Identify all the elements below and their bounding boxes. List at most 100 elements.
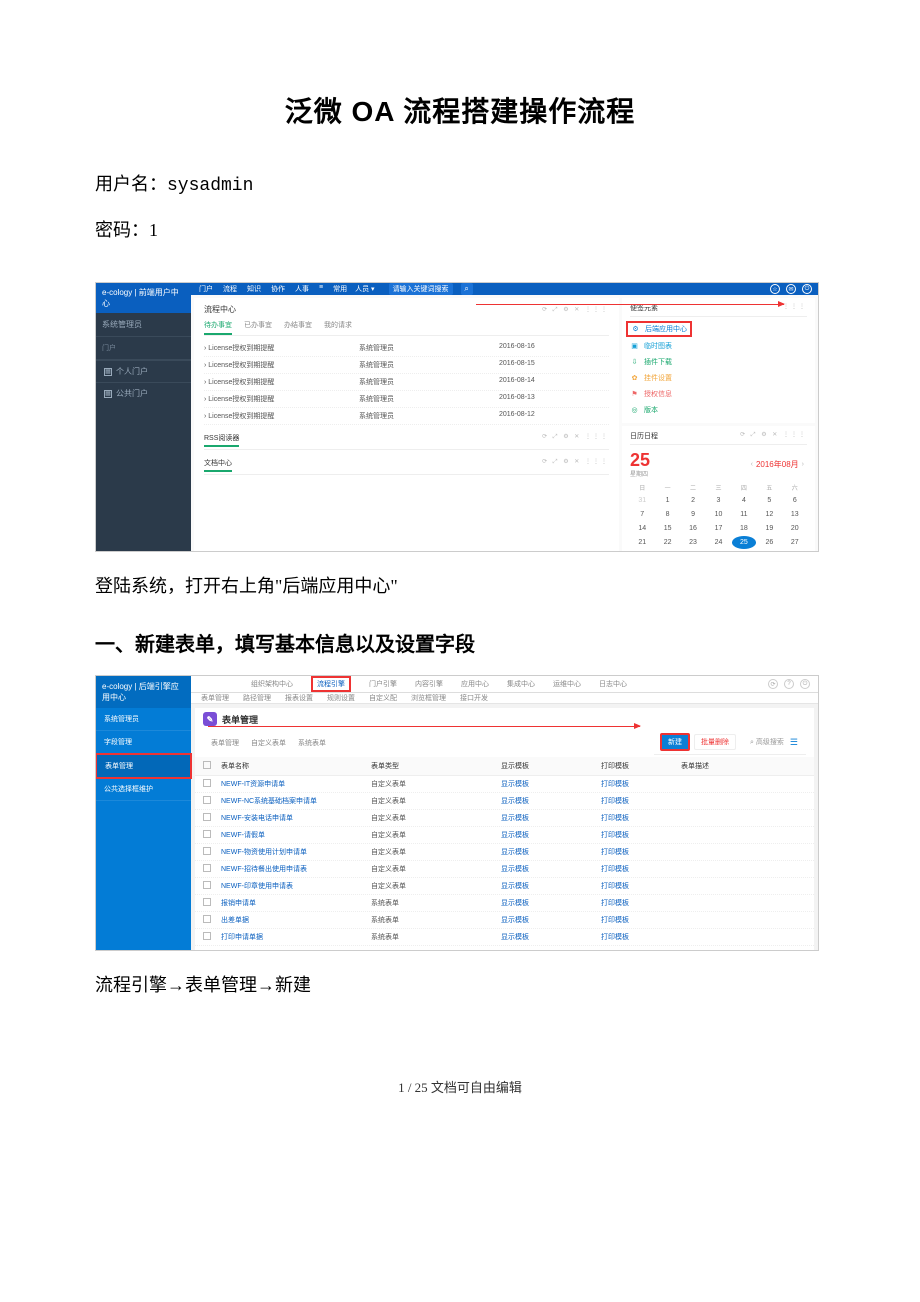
cal-cell[interactable]: 23 — [681, 536, 705, 549]
cal-cell[interactable]: 31 — [630, 494, 654, 507]
sidebar-item[interactable]: 公共选择框维护 — [96, 778, 191, 801]
cal-cell[interactable]: 11 — [732, 508, 756, 521]
nav-more-icon[interactable]: ≡ — [319, 284, 323, 294]
cal-cell[interactable]: 13 — [783, 508, 807, 521]
flow-row[interactable]: › License授权到期提醒系统管理员2016-08-15 — [204, 357, 609, 374]
nav-hr[interactable]: 人事 — [295, 284, 309, 294]
nav-portal[interactable]: 门户 — [199, 284, 213, 294]
cal-cell[interactable]: 3 — [706, 494, 730, 507]
checkbox[interactable] — [203, 864, 211, 872]
search-input[interactable]: 请输入关键词搜索 — [389, 283, 453, 295]
cal-cell[interactable]: 12 — [757, 508, 781, 521]
star-icon[interactable]: ☆ — [770, 284, 780, 294]
checkbox[interactable] — [203, 830, 211, 838]
tab-mine[interactable]: 我的请求 — [324, 320, 352, 335]
cal-cell[interactable]: 28 — [630, 550, 654, 552]
toptab-app[interactable]: 应用中心 — [461, 679, 489, 689]
panel-tools-icon[interactable]: ⟳ ⤢ ⚙ ✕ ⋮⋮⋮ — [542, 458, 609, 472]
cal-cell[interactable]: 24 — [706, 536, 730, 549]
toptab-portal[interactable]: 门户引擎 — [369, 679, 397, 689]
tab-finished[interactable]: 办结事宜 — [284, 320, 312, 335]
cal-cell[interactable]: 27 — [783, 536, 807, 549]
nav-common[interactable]: 常用 — [333, 284, 347, 294]
checkbox[interactable] — [203, 761, 211, 769]
cal-cell[interactable]: 26 — [757, 536, 781, 549]
shortcut-item[interactable]: ⇩插件下载 — [630, 354, 807, 370]
flow-row[interactable]: › License授权到期提醒系统管理员2016-08-12 — [204, 408, 609, 425]
checkbox[interactable] — [203, 881, 211, 889]
panel-tools-icon[interactable]: ⋮⋮⋮ — [783, 303, 807, 313]
toptab-ops[interactable]: 运维中心 — [553, 679, 581, 689]
sidebar-item[interactable]: 字段管理 — [96, 731, 191, 754]
cal-next-icon[interactable]: › — [799, 461, 807, 468]
sidebar-item-public[interactable]: ▦公共门户 — [96, 382, 191, 404]
th-type[interactable]: 表单类型 — [371, 761, 501, 771]
table-row[interactable]: NEWF-印章使用申请表自定义表单显示模板打印模板 — [195, 878, 814, 895]
cal-cell[interactable]: 6 — [783, 494, 807, 507]
nav-flow[interactable]: 流程 — [223, 284, 237, 294]
cal-cell[interactable]: 16 — [681, 522, 705, 535]
checkbox[interactable] — [203, 847, 211, 855]
th-print[interactable]: 打印模板 — [601, 761, 681, 771]
subtab[interactable]: 表单管理 — [201, 693, 229, 703]
toptab-content[interactable]: 内容引擎 — [415, 679, 443, 689]
panel-tools-icon[interactable]: ⟳ ⤢ ⚙ ✕ ⋮⋮⋮ — [542, 433, 609, 447]
toptab-log[interactable]: 日志中心 — [599, 679, 627, 689]
cal-cell[interactable]: 9 — [681, 508, 705, 521]
sidebar-item-personal[interactable]: ▦个人门户 — [96, 360, 191, 382]
nav-collab[interactable]: 协作 — [271, 284, 285, 294]
panel-tools-icon[interactable]: ⟳ ⤢ ⚙ ✕ ⋮⋮⋮ — [740, 431, 807, 441]
subtab[interactable]: 规则设置 — [327, 693, 355, 703]
message-icon[interactable]: ✉ — [786, 284, 796, 294]
tab-todo[interactable]: 待办事宜 — [204, 320, 232, 335]
ctab[interactable]: 表单管理 — [211, 738, 239, 748]
power-icon[interactable]: ⏻ — [800, 679, 810, 689]
nav-knowledge[interactable]: 知识 — [247, 284, 261, 294]
cal-cell[interactable]: 29 — [655, 550, 679, 552]
cal-cell[interactable]: 25 — [732, 536, 756, 549]
flow-row[interactable]: › License授权到期提醒系统管理员2016-08-16 — [204, 340, 609, 357]
table-row[interactable]: NEWF-招待餐出使用申请表自定义表单显示模板打印模板 — [195, 861, 814, 878]
calendar-month[interactable]: 2016年08月 — [756, 459, 799, 470]
table-row[interactable]: NEWF-安装电话申请单自定义表单显示模板打印模板 — [195, 810, 814, 827]
sidebar-item[interactable]: 系统管理员 — [96, 708, 191, 731]
ctab[interactable]: 系统表单 — [298, 738, 326, 748]
refresh-icon[interactable]: ⟳ — [768, 679, 778, 689]
cal-cell[interactable]: 4 — [732, 494, 756, 507]
toptab-flow-engine[interactable]: 流程引擎 — [311, 676, 351, 692]
cal-cell[interactable]: 10 — [706, 508, 730, 521]
cal-cell[interactable]: 2 — [757, 550, 781, 552]
cal-cell[interactable]: 31 — [706, 550, 730, 552]
shortcut-item[interactable]: ◎版本 — [630, 402, 807, 418]
cal-cell[interactable]: 8 — [655, 508, 679, 521]
table-row[interactable]: NEWF-IT资源申请单自定义表单显示模板打印模板 — [195, 776, 814, 793]
cal-cell[interactable]: 17 — [706, 522, 730, 535]
cal-cell[interactable]: 14 — [630, 522, 654, 535]
subtab[interactable]: 浏览框管理 — [411, 693, 446, 703]
table-row[interactable]: 出差单据系统表单显示模板打印模板 — [195, 912, 814, 929]
toptab-org[interactable]: 组织架构中心 — [251, 679, 293, 689]
checkbox[interactable] — [203, 932, 211, 940]
batch-delete-button[interactable]: 批量删除 — [694, 734, 736, 750]
cal-cell[interactable]: 1 — [732, 550, 756, 552]
cal-cell[interactable]: 18 — [732, 522, 756, 535]
checkbox[interactable] — [203, 796, 211, 804]
list-menu-icon[interactable]: ☰ — [790, 737, 798, 748]
checkbox[interactable] — [203, 898, 211, 906]
cal-cell[interactable]: 21 — [630, 536, 654, 549]
th-disp[interactable]: 显示模板 — [501, 761, 601, 771]
cal-cell[interactable]: 22 — [655, 536, 679, 549]
sidebar-item[interactable]: 表单管理 — [95, 753, 192, 779]
shortcut-item[interactable]: ⚙后端应用中心 — [630, 320, 807, 338]
checkbox[interactable] — [203, 915, 211, 923]
search-icon[interactable]: ⌕ — [461, 283, 473, 295]
person-dropdown[interactable]: 人员 ▾ — [355, 284, 374, 294]
cal-cell[interactable]: 19 — [757, 522, 781, 535]
subtab[interactable]: 自定义配 — [369, 693, 397, 703]
advanced-search[interactable]: ⌕ 高级搜索 — [750, 737, 784, 747]
shortcut-item[interactable]: ▣临时图表 — [630, 338, 807, 354]
flow-row[interactable]: › License授权到期提醒系统管理员2016-08-13 — [204, 391, 609, 408]
cal-cell[interactable]: 7 — [630, 508, 654, 521]
shortcut-item[interactable]: ✿挂件设置 — [630, 370, 807, 386]
cal-cell[interactable]: 1 — [655, 494, 679, 507]
